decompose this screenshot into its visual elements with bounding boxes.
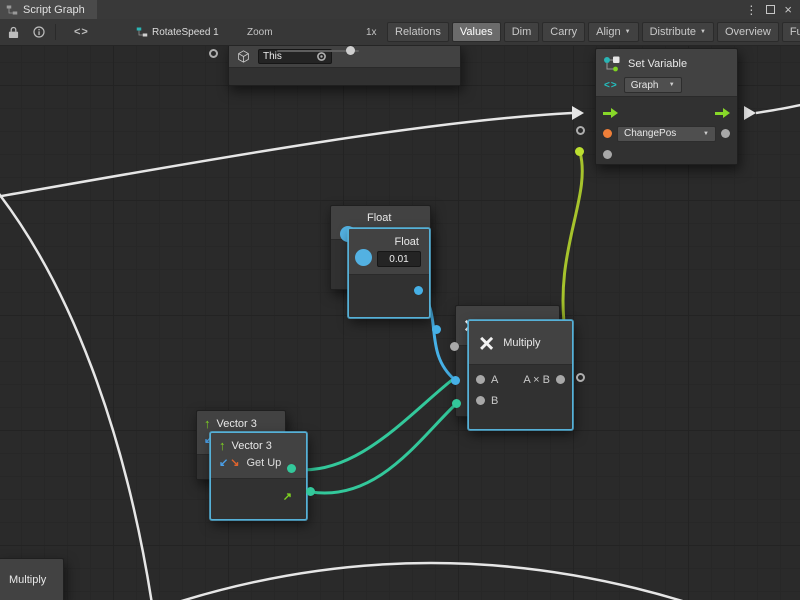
multiply-result-unconnected[interactable] [576, 373, 585, 382]
node-title: Vector 3 [217, 418, 257, 430]
node-title: Vector 3 [232, 440, 272, 452]
wire-endpoint-lime[interactable] [575, 147, 584, 156]
code-view-icon[interactable]: <> [74, 26, 89, 38]
output-port-result[interactable] [556, 375, 565, 384]
close-icon[interactable]: × [784, 2, 792, 17]
zoom-value: 1x [366, 27, 377, 38]
fullscreen-button[interactable]: Full Screen [782, 22, 800, 42]
wire-endpoint-blue[interactable] [432, 325, 441, 334]
node-multiply-front[interactable]: × Multiply A A × B B [468, 320, 573, 430]
input-port-a[interactable] [476, 375, 485, 384]
zoom-label: Zoom [247, 27, 273, 38]
port-label-b: B [491, 395, 498, 407]
float-type-icon [355, 249, 372, 266]
info-icon[interactable] [33, 26, 45, 38]
graph-toolbar: <> RotateSpeed 1 Zoom 1x Relations Value… [0, 19, 800, 46]
cube-icon [237, 50, 250, 63]
node-vector3-front[interactable]: ↑ Vector 3 ↙ ↘ Get Up ↗ [210, 432, 307, 520]
set-variable-icon [602, 54, 622, 74]
carry-button[interactable]: Carry [542, 22, 585, 42]
port-row-b: B [469, 390, 572, 411]
relations-button[interactable]: Relations [387, 22, 449, 42]
flow-output-port[interactable] [715, 108, 730, 118]
align-dropdown-button[interactable]: Align [588, 22, 638, 42]
node-float-front[interactable]: Float 0.01 [348, 228, 430, 318]
variable-name-dropdown[interactable]: ChangePos [617, 126, 716, 142]
flow-port-row [596, 102, 737, 123]
this-output-port[interactable] [317, 52, 326, 61]
node-multiply-fragment[interactable]: Multiply [0, 558, 64, 600]
getter-label: Get Up [246, 457, 281, 469]
float-value-field[interactable]: 0.01 [377, 251, 421, 267]
graph-kind-icon: <> [604, 80, 618, 91]
this-label: This [263, 51, 282, 62]
graph-asset-icon [136, 26, 148, 38]
distribute-dropdown-button[interactable]: Distribute [642, 22, 714, 42]
multiply-back-port-gray[interactable] [450, 342, 459, 351]
unconnected-port-setvar[interactable] [576, 126, 585, 135]
overview-button[interactable]: Overview [717, 22, 779, 42]
port-label-a: A [491, 374, 498, 386]
node-title: Float [367, 212, 391, 224]
node-title: Multiply [9, 574, 46, 586]
multiply-icon: × [479, 330, 494, 356]
vector3-back-output-port[interactable] [287, 464, 296, 473]
node-title: Float [395, 236, 419, 248]
input-port-b[interactable] [476, 396, 485, 405]
node-set-variable[interactable]: Set Variable <> Graph ChangePos [595, 48, 738, 165]
port-label-result: A × B [523, 374, 550, 386]
port-row-a: A A × B [469, 369, 572, 390]
graph-name: RotateSpeed 1 [152, 27, 219, 38]
script-graph-icon [6, 4, 18, 16]
flow-input-port[interactable] [603, 108, 618, 118]
values-button[interactable]: Values [452, 22, 501, 42]
unconnected-port-this[interactable] [209, 49, 218, 58]
vector-output-icon: ↗ [283, 490, 292, 503]
variable-name-port[interactable] [603, 129, 612, 138]
value-input-row [596, 144, 737, 165]
node-title: Set Variable [628, 58, 687, 70]
multiply-input-b-connected[interactable] [452, 399, 461, 408]
zoom-slider-knob[interactable] [346, 46, 355, 55]
node-title: Multiply [503, 337, 540, 349]
variable-output-port[interactable] [721, 129, 730, 138]
variable-name-row: ChangePos [596, 123, 737, 144]
tab-title: Script Graph [23, 4, 85, 16]
toolbar-divider [55, 24, 56, 40]
transform-arrow-icon: ↙ [219, 456, 228, 469]
dim-button[interactable]: Dim [504, 22, 540, 42]
tab-script-graph[interactable]: Script Graph [0, 0, 97, 19]
transform-arrow-icon: ↘ [230, 456, 239, 469]
maximize-icon[interactable] [766, 5, 775, 14]
vector3-up-icon: ↑ [204, 416, 211, 431]
multiply-input-a-connected[interactable] [451, 376, 460, 385]
lock-icon[interactable] [8, 26, 19, 39]
window-menu-icon[interactable]: ⋮ [745, 4, 757, 16]
variable-kind-dropdown[interactable]: Graph [624, 77, 682, 93]
float-output-port[interactable] [414, 286, 423, 295]
tab-strip: Script Graph ⋮ × [0, 0, 800, 19]
vector3-front-output-port[interactable] [306, 487, 315, 496]
vector3-up-icon: ↑ [219, 438, 226, 453]
value-input-port[interactable] [603, 150, 612, 159]
